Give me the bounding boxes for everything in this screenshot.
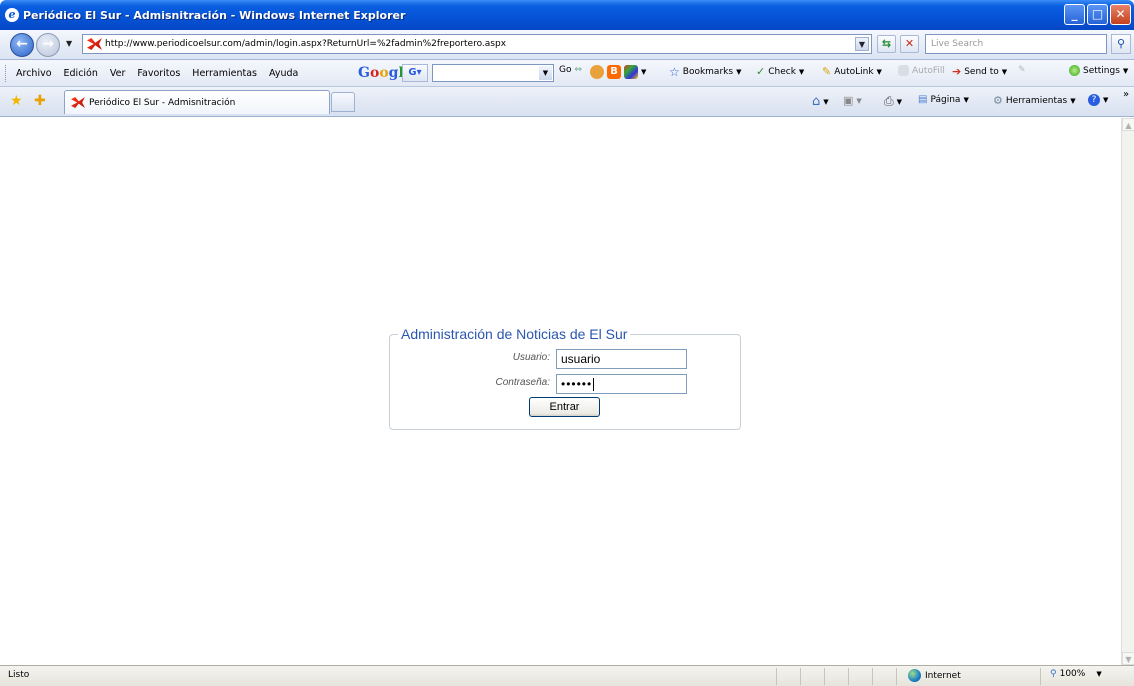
chevron-down-icon[interactable]: ▼ bbox=[1096, 670, 1101, 678]
gear-icon: ⚙ bbox=[993, 94, 1003, 107]
scroll-up-icon[interactable]: ▲ bbox=[1122, 118, 1134, 131]
wand-icon: ✎ bbox=[822, 65, 832, 78]
popup-blocker-icon[interactable] bbox=[590, 65, 604, 79]
title-bar[interactable]: e Periódico El Sur - Admisnitración - Wi… bbox=[0, 0, 1134, 30]
feeds-button[interactable]: ▣ ▼ bbox=[843, 94, 862, 107]
status-divider bbox=[824, 668, 825, 685]
favorites-star-icon[interactable]: ★ bbox=[10, 93, 23, 109]
bookmarks-button[interactable]: ☆ Bookmarks ▼ bbox=[669, 65, 741, 79]
printer-icon: ⎙ bbox=[884, 94, 894, 108]
toolbar-icons: B ▼ bbox=[590, 65, 646, 79]
address-bar-row: ← → ▼ http://www.periodicoelsur.com/admi… bbox=[0, 30, 1134, 60]
tab-label: Periódico El Sur - Admisnitración bbox=[89, 97, 236, 108]
google-menu-button[interactable]: G▾ bbox=[402, 64, 428, 82]
vertical-scrollbar[interactable]: ▲ ▼ bbox=[1121, 118, 1134, 665]
autofill-icon bbox=[898, 65, 909, 76]
settings-button[interactable]: Settings ▼ bbox=[1069, 65, 1128, 76]
help-icon: ? bbox=[1088, 94, 1100, 106]
maximize-button[interactable]: □ bbox=[1087, 4, 1108, 25]
minimize-button[interactable]: _ bbox=[1064, 4, 1085, 25]
settings-icon bbox=[1069, 65, 1080, 76]
security-zone[interactable]: Internet bbox=[908, 669, 961, 682]
feed-icon: ▣ bbox=[843, 94, 854, 107]
print-button[interactable]: ⎙ ▼ bbox=[884, 94, 902, 109]
back-button[interactable]: ← bbox=[10, 33, 34, 57]
google-go-button[interactable]: Go ⇔ bbox=[559, 65, 582, 75]
send-icon: ➔ bbox=[952, 65, 962, 78]
site-favicon-icon bbox=[71, 97, 85, 108]
chevron-down-icon[interactable]: ▼ bbox=[641, 68, 646, 76]
login-submit-button[interactable]: Entrar bbox=[529, 397, 600, 417]
forward-button[interactable]: → bbox=[36, 33, 60, 57]
refresh-icon[interactable]: ⇆ bbox=[877, 35, 896, 53]
history-dropdown-icon[interactable]: ▼ bbox=[66, 39, 72, 48]
username-label: Usuario: bbox=[512, 352, 550, 363]
status-text: Listo bbox=[8, 670, 30, 680]
status-divider bbox=[1040, 668, 1041, 685]
pencil-icon[interactable]: ✎ bbox=[1018, 65, 1026, 75]
arrow-icon: ⇔ bbox=[574, 65, 583, 75]
page-menu-button[interactable]: ▤ Página ▼ bbox=[918, 94, 969, 105]
status-divider bbox=[872, 668, 873, 685]
close-button[interactable]: ✕ bbox=[1110, 4, 1131, 25]
status-bar: Listo Internet ⚲ 100% ▼ bbox=[0, 665, 1134, 686]
status-divider bbox=[776, 668, 777, 685]
help-button[interactable]: ? ▼ bbox=[1088, 94, 1108, 106]
zoom-icon: ⚲ bbox=[1050, 669, 1057, 679]
google-search-input[interactable]: ▼ bbox=[432, 64, 554, 82]
autofill-button[interactable]: AutoFill bbox=[898, 65, 945, 76]
username-field[interactable]: usuario bbox=[556, 349, 687, 369]
google-apps-icon[interactable] bbox=[624, 65, 638, 79]
new-tab-button[interactable] bbox=[331, 92, 355, 112]
password-mask: •••••• bbox=[561, 377, 593, 391]
login-legend: Administración de Noticias de El Sur bbox=[398, 326, 631, 342]
chevron-down-icon[interactable]: ▼ bbox=[855, 37, 869, 51]
toolbar-grip[interactable] bbox=[5, 64, 8, 82]
stop-icon[interactable]: ✕ bbox=[900, 35, 919, 53]
text-caret bbox=[593, 378, 595, 392]
menu-herramientas[interactable]: Herramientas bbox=[192, 68, 257, 79]
tools-menu-button[interactable]: ⚙ Herramientas ▼ bbox=[993, 94, 1076, 107]
tab-active[interactable]: Periódico El Sur - Admisnitración bbox=[64, 90, 330, 114]
star-icon: ☆ bbox=[669, 65, 680, 79]
menu-ayuda[interactable]: Ayuda bbox=[269, 68, 298, 79]
magnifier-icon[interactable]: ⚲ bbox=[1111, 34, 1131, 54]
scroll-down-icon[interactable]: ▼ bbox=[1122, 652, 1134, 665]
window-controls: _ □ ✕ bbox=[1064, 4, 1131, 25]
menu-edicion[interactable]: Edición bbox=[64, 68, 98, 79]
home-button[interactable]: ⌂ ▼ bbox=[812, 94, 829, 109]
chevron-more-icon[interactable]: » bbox=[1123, 89, 1129, 100]
address-field[interactable]: http://www.periodicoelsur.com/admin/logi… bbox=[82, 34, 872, 54]
globe-icon bbox=[908, 669, 921, 682]
blogger-icon[interactable]: B bbox=[607, 65, 621, 79]
status-divider bbox=[848, 668, 849, 685]
password-field[interactable]: •••••• bbox=[556, 374, 687, 394]
sendto-button[interactable]: ➔ Send to ▼ bbox=[952, 65, 1007, 78]
zoom-control[interactable]: ⚲ 100% ▼ bbox=[1050, 669, 1102, 679]
add-favorites-icon[interactable]: ✚ bbox=[34, 93, 46, 109]
status-divider bbox=[800, 668, 801, 685]
password-label: Contraseña: bbox=[495, 377, 550, 388]
menu-archivo[interactable]: Archivo bbox=[16, 68, 52, 79]
chevron-down-icon[interactable]: ▼ bbox=[539, 66, 552, 80]
ie-logo-icon: e bbox=[5, 8, 19, 22]
check-button[interactable]: ✓ Check ▼ bbox=[756, 65, 804, 78]
site-favicon-icon bbox=[87, 38, 102, 50]
live-search-input[interactable]: Live Search bbox=[925, 34, 1107, 54]
page-icon: ▤ bbox=[918, 94, 928, 105]
url-text: http://www.periodicoelsur.com/admin/logi… bbox=[105, 39, 507, 49]
menu-ver[interactable]: Ver bbox=[110, 68, 126, 79]
spellcheck-icon: ✓ bbox=[756, 65, 766, 78]
window-title: Periódico El Sur - Admisnitración - Wind… bbox=[23, 8, 406, 22]
menu-favoritos[interactable]: Favoritos bbox=[137, 68, 180, 79]
autolink-button[interactable]: ✎ AutoLink ▼ bbox=[822, 65, 882, 78]
status-divider bbox=[896, 668, 897, 685]
home-icon: ⌂ bbox=[812, 94, 821, 109]
